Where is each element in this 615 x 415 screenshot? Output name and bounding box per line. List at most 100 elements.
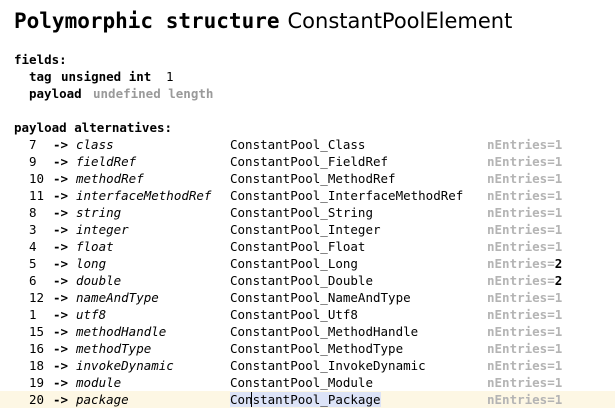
alternative-name: fieldRef bbox=[76, 154, 137, 169]
alternative-tag: 19 bbox=[29, 375, 45, 390]
alternative-row[interactable]: 10 -> methodRef ConstantPool_MethodRef nEntr… bbox=[0, 170, 615, 187]
alternatives-label: payload alternatives: bbox=[14, 120, 173, 135]
alternative-row[interactable]: 12 -> nameAndType ConstantPool_NameAndType n… bbox=[0, 289, 615, 306]
structure-name[interactable]: ConstantPoolElement bbox=[288, 9, 513, 33]
alternative-tag: 6 bbox=[29, 273, 37, 288]
alternative-row[interactable]: 16 -> methodType ConstantPool_MethodType nEn… bbox=[0, 340, 615, 357]
field-name: payload bbox=[29, 86, 82, 101]
arrow-symbol: -> bbox=[53, 358, 69, 373]
alternative-row[interactable]: 1 -> utf8 ConstantPool_Utf8 nEntries=1 bbox=[0, 306, 615, 323]
fields-label: fields: bbox=[14, 52, 67, 67]
entries-label: nEntries= bbox=[487, 392, 555, 407]
text-caret bbox=[251, 392, 252, 407]
alternative-tag: 18 bbox=[29, 358, 45, 373]
alternative-tag: 12 bbox=[29, 290, 45, 305]
arrow-symbol: -> bbox=[53, 290, 69, 305]
alternative-name: interfaceMethodRef bbox=[76, 188, 212, 203]
alternative-type[interactable]: ConstantPool_NameAndType bbox=[230, 289, 411, 306]
entries-label: nEntries= bbox=[487, 256, 555, 271]
alternative-type[interactable]: ConstantPool_Module bbox=[230, 374, 373, 391]
alternative-type[interactable]: ConstantPool_Integer bbox=[230, 221, 381, 238]
field-payload[interactable]: payload undefined length bbox=[0, 85, 615, 102]
entries-label: nEntries= bbox=[487, 273, 555, 288]
alternative-entries: nEntries=1 bbox=[487, 153, 562, 170]
alternative-entries: nEntries=1 bbox=[487, 340, 562, 357]
alternative-tag: 20 bbox=[29, 392, 45, 407]
alternative-type[interactable]: ConstantPool_Long bbox=[230, 255, 358, 272]
entries-value: 1 bbox=[554, 154, 563, 169]
entries-value: 1 bbox=[554, 239, 563, 254]
alternative-type[interactable]: ConstantPool_MethodType bbox=[230, 340, 403, 357]
arrow-symbol: -> bbox=[53, 154, 69, 169]
alternative-entries: nEntries=2 bbox=[487, 272, 562, 289]
entries-value: 2 bbox=[554, 273, 563, 288]
alternative-entries: nEntries=1 bbox=[487, 289, 562, 306]
alternative-type[interactable]: ConstantPool_MethodHandle bbox=[230, 323, 418, 340]
arrow-symbol: -> bbox=[53, 171, 69, 186]
entries-label: nEntries= bbox=[487, 154, 555, 169]
alternative-entries: nEntries=1 bbox=[487, 136, 562, 153]
alternative-row[interactable]: 15 -> methodHandle ConstantPool_MethodHandl… bbox=[0, 323, 615, 340]
arrow-symbol: -> bbox=[53, 375, 69, 390]
alternative-name: utf8 bbox=[76, 307, 107, 322]
alternative-tag: 10 bbox=[29, 171, 45, 186]
alternative-row[interactable]: 19 -> module ConstantPool_Module nEntries=1 bbox=[0, 374, 615, 391]
arrow-symbol: -> bbox=[53, 137, 69, 152]
arrow-symbol: -> bbox=[53, 222, 69, 237]
alternative-type[interactable]: ConstantPool_InvokeDynamic bbox=[230, 357, 426, 374]
alternative-name: double bbox=[76, 273, 122, 288]
alternative-row[interactable]: 5 -> long ConstantPool_Long nEntries=2 bbox=[0, 255, 615, 272]
alternative-entries: nEntries=1 bbox=[487, 204, 562, 221]
entries-label: nEntries= bbox=[487, 205, 555, 220]
alternative-row[interactable]: 9 -> fieldRef ConstantPool_FieldRef nEntries… bbox=[0, 153, 615, 170]
alternative-row[interactable]: 8 -> string ConstantPool_String nEntries=1 bbox=[0, 204, 615, 221]
alternative-name: integer bbox=[76, 222, 129, 237]
alternative-tag: 3 bbox=[29, 222, 37, 237]
alternative-type[interactable]: ConstantPool_InterfaceMethodRef bbox=[230, 187, 463, 204]
alternative-row[interactable]: 6 -> double ConstantPool_Double nEntries=2 bbox=[0, 272, 615, 289]
entries-label: nEntries= bbox=[487, 358, 555, 373]
alternative-row[interactable]: 20 -> package ConstantPool_Package nEntries=… bbox=[0, 391, 615, 408]
alternative-type[interactable]: ConstantPool_Class bbox=[230, 136, 365, 153]
arrow-symbol: -> bbox=[53, 273, 69, 288]
alternative-type[interactable]: ConstantPool_Package bbox=[230, 392, 381, 407]
alternative-tag: 1 bbox=[29, 307, 37, 322]
entries-label: nEntries= bbox=[487, 375, 555, 390]
arrow-symbol: -> bbox=[53, 205, 69, 220]
alternative-tag: 7 bbox=[29, 137, 37, 152]
alternative-type[interactable]: ConstantPool_Double bbox=[230, 272, 373, 289]
field-tag[interactable]: tag unsigned int 1 bbox=[0, 68, 615, 85]
alternative-type[interactable]: ConstantPool_String bbox=[230, 204, 373, 221]
alternative-type[interactable]: ConstantPool_Utf8 bbox=[230, 306, 358, 323]
alternative-row[interactable]: 11 -> interfaceMethodRef ConstantPool_Inter… bbox=[0, 187, 615, 204]
entries-label: nEntries= bbox=[487, 324, 555, 339]
alternative-row[interactable]: 18 -> invokeDynamic ConstantPool_InvokeDyna… bbox=[0, 357, 615, 374]
alternative-row[interactable]: 7 -> class ConstantPool_Class nEntries=1 bbox=[0, 136, 615, 153]
arrow-symbol: -> bbox=[53, 324, 69, 339]
alternative-type[interactable]: ConstantPool_FieldRef bbox=[230, 153, 388, 170]
alternative-row[interactable]: 3 -> integer ConstantPool_Integer nEntries=1 bbox=[0, 221, 615, 238]
field-value: 1 bbox=[166, 69, 174, 84]
alternative-name: string bbox=[76, 205, 122, 220]
alternative-tag: 4 bbox=[29, 239, 37, 254]
alternative-entries: nEntries=1 bbox=[487, 170, 562, 187]
alternative-row[interactable]: 4 -> float ConstantPool_Float nEntries=1 bbox=[0, 238, 615, 255]
entries-label: nEntries= bbox=[487, 171, 555, 186]
alternative-type[interactable]: ConstantPool_MethodRef bbox=[230, 170, 396, 187]
alternative-entries: nEntries=2 bbox=[487, 255, 562, 272]
alternative-name: module bbox=[76, 375, 122, 390]
entries-value: 1 bbox=[554, 222, 563, 237]
alternative-name: invokeDynamic bbox=[76, 358, 174, 373]
alternative-name: float bbox=[76, 239, 114, 254]
entries-value: 1 bbox=[554, 341, 563, 356]
structure-keyword: Polymorphic structure bbox=[14, 9, 280, 33]
entries-label: nEntries= bbox=[487, 222, 555, 237]
alternative-name: class bbox=[76, 137, 114, 152]
entries-label: nEntries= bbox=[487, 137, 555, 152]
entries-label: nEntries= bbox=[487, 341, 555, 356]
alternative-entries: nEntries=1 bbox=[487, 357, 562, 374]
structure-title: Polymorphic structure ConstantPoolElement bbox=[14, 6, 512, 36]
alternative-name: long bbox=[76, 256, 107, 271]
alternative-type[interactable]: ConstantPool_Float bbox=[230, 238, 365, 255]
alternative-name: package bbox=[76, 392, 129, 407]
